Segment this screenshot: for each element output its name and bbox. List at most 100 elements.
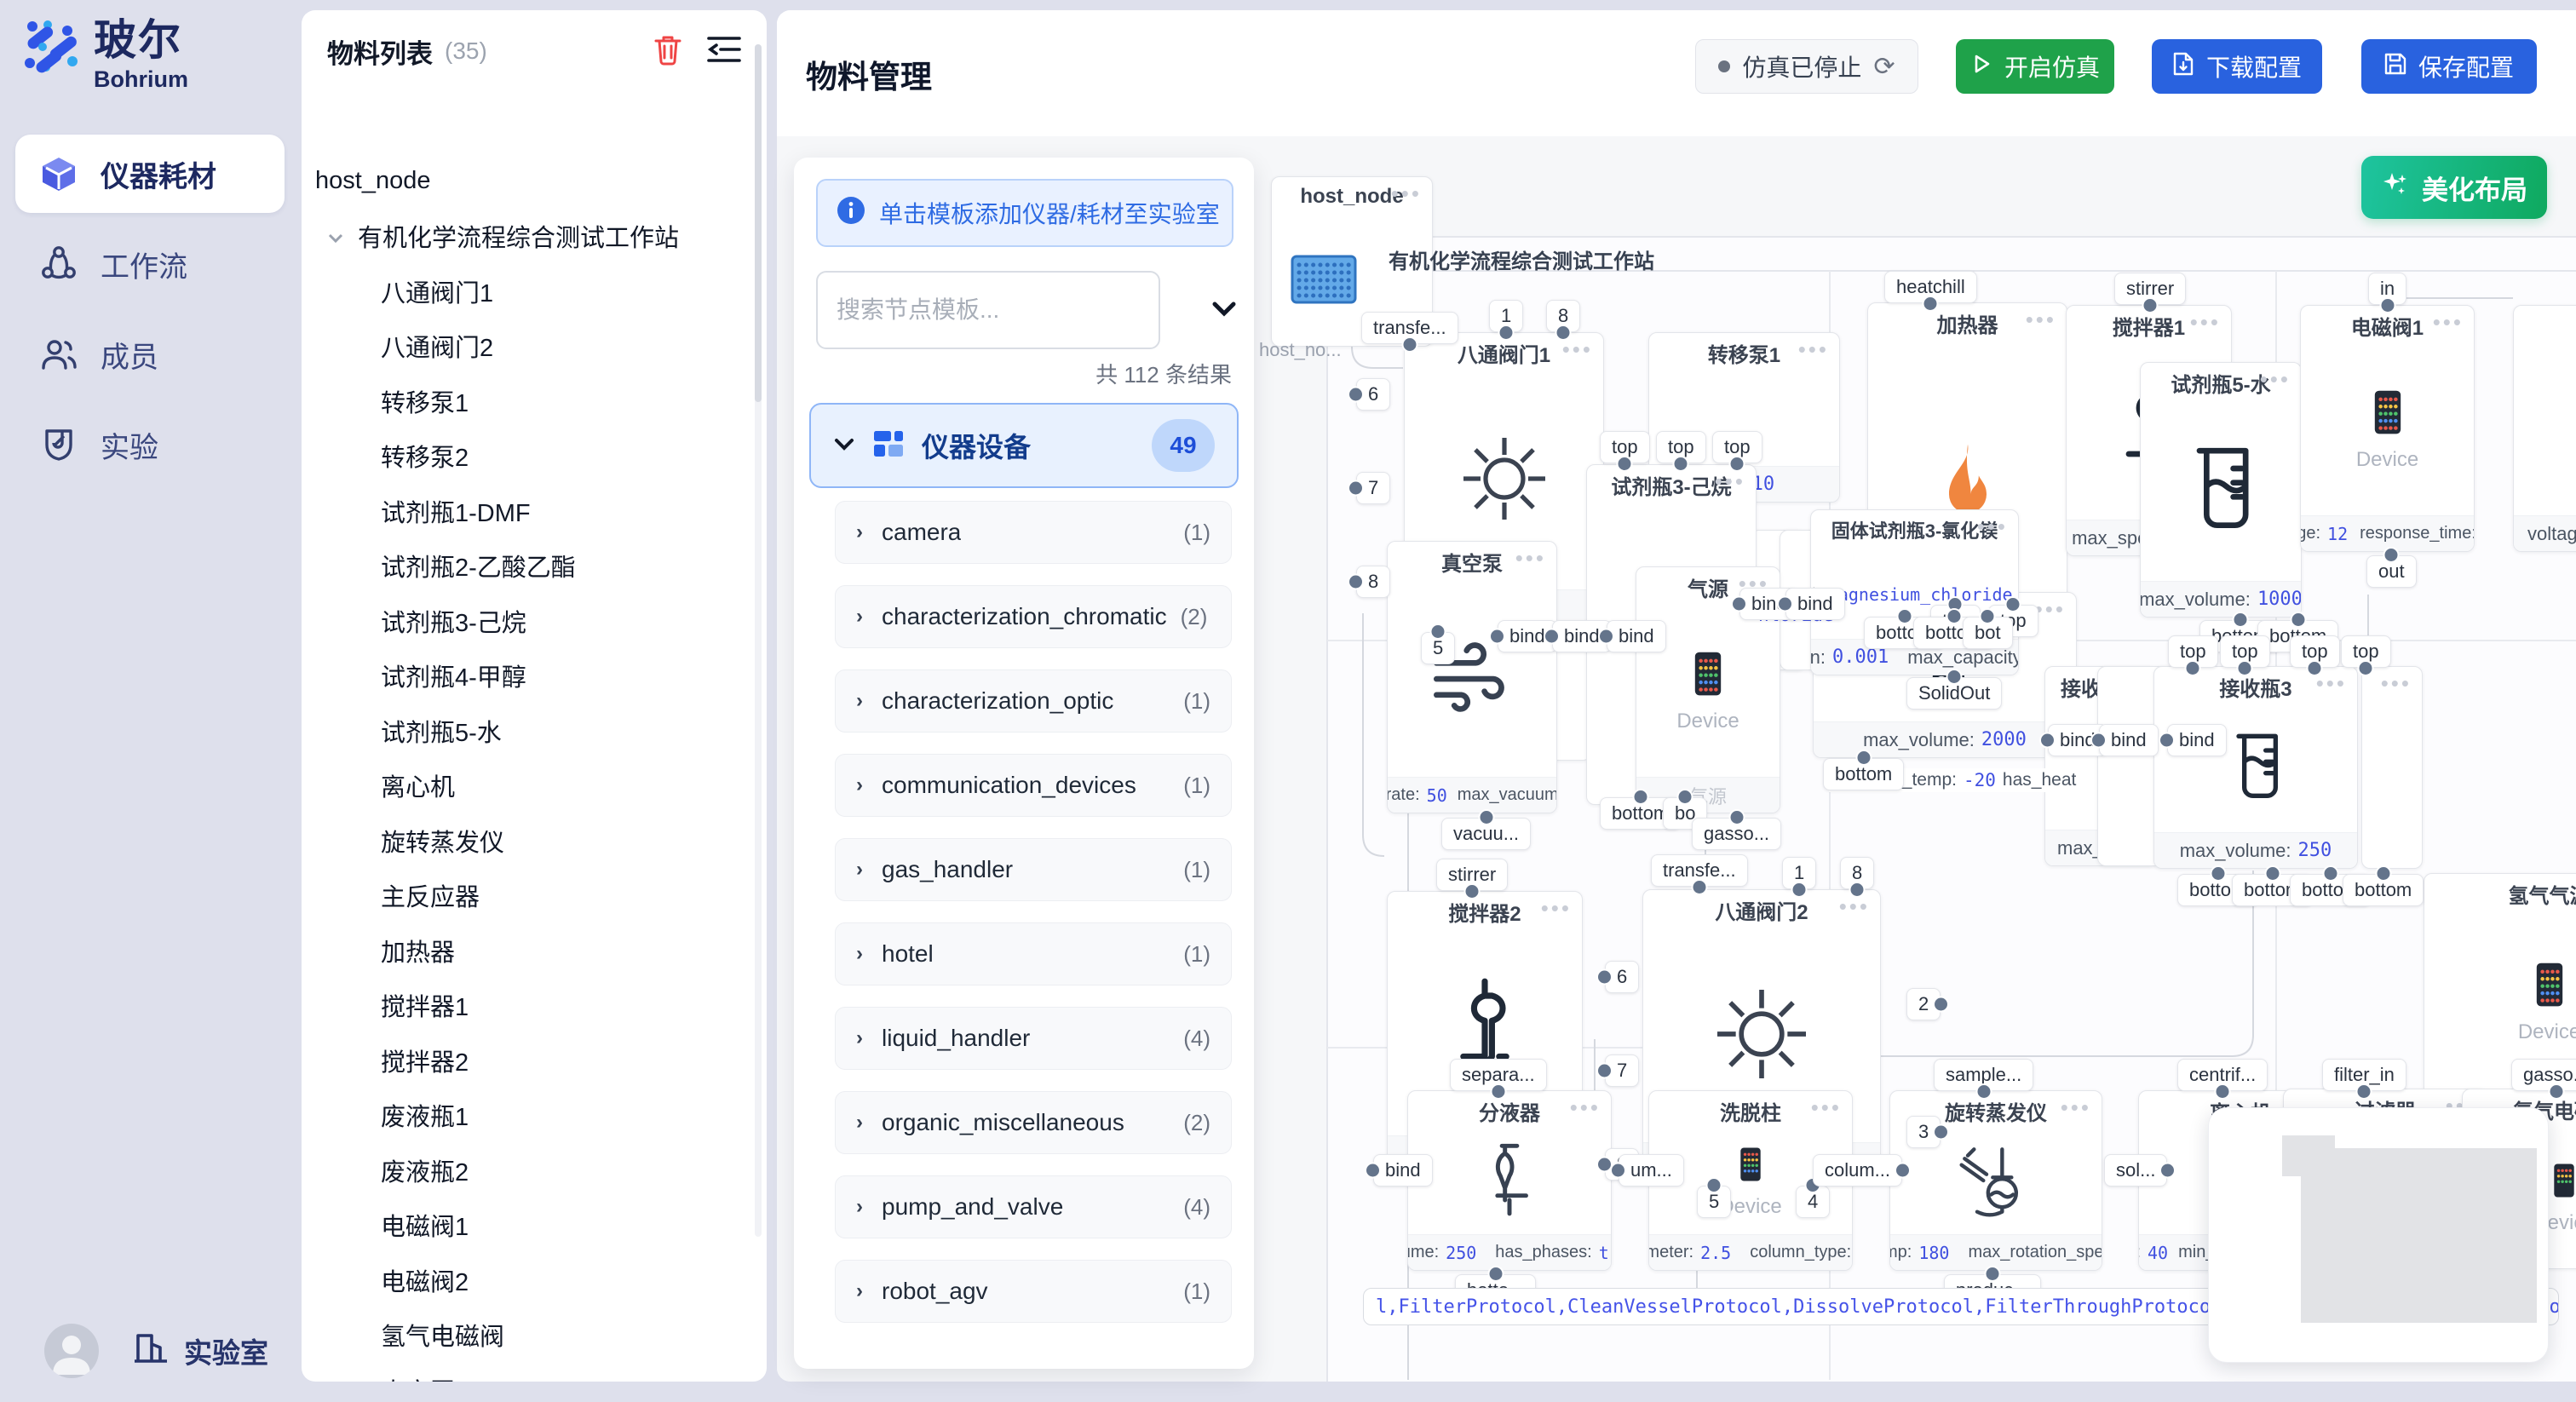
- sidebar-item-workflow[interactable]: 工作流: [15, 225, 285, 303]
- collapse-list-icon[interactable]: [707, 35, 741, 68]
- tree-item[interactable]: host_node: [315, 162, 430, 199]
- port-pill[interactable]: top: [1600, 431, 1650, 463]
- node-solenoid-valve-1[interactable]: 电磁阀1••• Device: [2300, 305, 2475, 552]
- port-pill[interactable]: stirrer: [1436, 859, 1508, 891]
- collapse-panel-icon[interactable]: [1210, 296, 1239, 325]
- node-menu-icon[interactable]: •••: [1562, 336, 1593, 363]
- minimap[interactable]: [2208, 1107, 2549, 1363]
- port-pill[interactable]: filter_in: [2322, 1059, 2406, 1091]
- category-characterization-optic[interactable]: ›characterization_optic(1): [835, 669, 1232, 733]
- node-menu-icon[interactable]: •••: [1798, 336, 1829, 363]
- port-pill[interactable]: top: [2168, 635, 2218, 668]
- node-menu-icon[interactable]: •••: [1515, 545, 1546, 572]
- tree-item[interactable]: 转移泵1: [381, 382, 469, 420]
- tree-item[interactable]: 试剂瓶4-甲醇: [381, 657, 526, 694]
- tree-item[interactable]: 八通阀门1: [381, 273, 493, 310]
- port-pill[interactable]: top: [1656, 431, 1706, 463]
- node-hidden-card[interactable]: •••: [2361, 666, 2423, 869]
- port-pill[interactable]: bind: [2167, 724, 2227, 756]
- avatar[interactable]: [44, 1324, 99, 1378]
- node-menu-icon[interactable]: •••: [1715, 468, 1745, 495]
- port-pill[interactable]: bot: [1963, 617, 2013, 649]
- port-pill[interactable]: separa...: [1450, 1059, 1547, 1091]
- trash-icon[interactable]: [653, 33, 683, 70]
- node-menu-icon[interactable]: •••: [2316, 670, 2347, 697]
- category-camera[interactable]: ›camera(1): [835, 501, 1232, 564]
- port-pill[interactable]: top: [2290, 635, 2340, 668]
- port-pill[interactable]: bind: [1373, 1154, 1433, 1187]
- port-pill[interactable]: 6: [1605, 961, 1639, 993]
- port-pill[interactable]: gasso...: [2511, 1059, 2576, 1091]
- tree-item[interactable]: 主反应器: [381, 876, 480, 914]
- tree-item[interactable]: 旋转蒸发仪: [381, 822, 504, 859]
- node-menu-icon[interactable]: •••: [1570, 1095, 1601, 1121]
- category-characterization-chromatic[interactable]: ›characterization_chromatic(2): [835, 585, 1232, 648]
- category-organic-miscellaneous[interactable]: ›organic_miscellaneous(2): [835, 1091, 1232, 1154]
- start-simulation-button[interactable]: 开启仿真: [1956, 39, 2114, 94]
- port-pill[interactable]: vacuu...: [1441, 818, 1531, 850]
- port-pill[interactable]: SolidOut: [1906, 677, 2002, 710]
- port-pill[interactable]: 5: [1697, 1186, 1731, 1218]
- node-receiver-bottle-3[interactable]: 接收瓶3••• max_volume:250: [2153, 666, 2358, 869]
- sidebar-item-members[interactable]: 成员: [15, 315, 285, 394]
- tree-item[interactable]: 电磁阀2: [381, 1261, 469, 1299]
- tree-item[interactable]: 电磁阀1: [381, 1206, 469, 1244]
- tree-item[interactable]: 搅拌器2: [381, 1042, 469, 1079]
- tree-item[interactable]: 试剂瓶3-己烷: [381, 602, 526, 640]
- node-menu-icon[interactable]: •••: [2061, 1095, 2091, 1121]
- refresh-icon[interactable]: ⟳: [1873, 52, 1895, 82]
- sidebar-item-experiments[interactable]: 实验: [15, 405, 285, 484]
- port-pill[interactable]: 7: [1356, 472, 1390, 504]
- chevron-down-icon[interactable]: [325, 227, 344, 245]
- node-menu-icon[interactable]: •••: [2260, 366, 2291, 393]
- tree-item[interactable]: 试剂瓶1-DMF: [381, 492, 531, 530]
- tree-item[interactable]: 氢气电磁阀: [381, 1316, 504, 1353]
- port-pill[interactable]: bottom: [1823, 758, 1904, 790]
- port-pill[interactable]: bind: [1607, 620, 1666, 652]
- node-menu-icon[interactable]: •••: [2035, 596, 2066, 623]
- download-config-button[interactable]: 下载配置: [2152, 39, 2322, 94]
- sidebar-item-instruments[interactable]: 仪器耗材: [15, 135, 285, 213]
- category-gas-handler[interactable]: ›gas_handler(1): [835, 838, 1232, 901]
- scrollbar-thumb[interactable]: [755, 44, 762, 402]
- tree-item[interactable]: 离心机: [381, 767, 455, 804]
- category-communication-devices[interactable]: ›communication_devices(1): [835, 754, 1232, 817]
- port-pill[interactable]: sample...: [1934, 1059, 2033, 1091]
- port-pill[interactable]: bottom: [2343, 874, 2424, 906]
- port-pill[interactable]: 2: [1906, 988, 1941, 1020]
- node-menu-icon[interactable]: •••: [1811, 1095, 1842, 1121]
- port-pill[interactable]: colum...: [1813, 1154, 1902, 1187]
- category-pump-and-valve[interactable]: ›pump_and_valve(4): [835, 1175, 1232, 1238]
- tree-item[interactable]: 废液瓶2: [381, 1152, 469, 1189]
- tree-item[interactable]: 加热器: [381, 932, 455, 969]
- port-pill[interactable]: 8: [1840, 857, 1874, 889]
- port-pill[interactable]: out: [2366, 555, 2417, 588]
- port-pill[interactable]: 3: [1906, 1116, 1941, 1148]
- tree-item[interactable]: 转移泵2: [381, 437, 469, 474]
- port-pill[interactable]: heatchill: [1884, 271, 1977, 303]
- port-pill[interactable]: 8: [1546, 300, 1580, 332]
- tree-item[interactable]: 试剂瓶2-乙酸乙酯: [381, 547, 576, 584]
- beautify-layout-button[interactable]: 美化布局: [2361, 156, 2547, 219]
- node-separatory-funnel[interactable]: 分液器••• volume:250 has_phases:true: [1407, 1090, 1612, 1271]
- node-menu-icon[interactable]: •••: [1977, 514, 2008, 540]
- port-pill[interactable]: centrif...: [2177, 1059, 2268, 1091]
- tree-item[interactable]: 搅拌器1: [381, 986, 469, 1024]
- port-pill[interactable]: bind: [1785, 588, 1845, 620]
- port-pill[interactable]: top: [1712, 431, 1762, 463]
- tree-item[interactable]: 试剂瓶5-水: [381, 712, 502, 750]
- lab-entry[interactable]: 实验室: [131, 1329, 268, 1373]
- port-pill[interactable]: bind: [2099, 724, 2159, 756]
- port-pill[interactable]: in: [2368, 273, 2406, 305]
- simulation-status-badge[interactable]: 仿真已停止 ⟳: [1695, 39, 1918, 94]
- node-menu-icon[interactable]: •••: [1541, 895, 1572, 922]
- node-menu-icon[interactable]: •••: [2381, 670, 2412, 697]
- tree-item[interactable]: 废液瓶1: [381, 1096, 469, 1134]
- node-menu-icon[interactable]: •••: [1391, 181, 1422, 207]
- node-vacuum-pump[interactable]: 真空泵••• ump_rate:50 max_vacuum:0.1: [1387, 541, 1557, 813]
- port-pill[interactable]: 1: [1489, 300, 1523, 332]
- category-group-instruments[interactable]: 仪器设备 49: [809, 403, 1239, 488]
- port-pill[interactable]: transfe...: [1361, 312, 1458, 344]
- tree-item[interactable]: 有机化学流程综合测试工作站: [325, 217, 679, 255]
- port-pill[interactable]: sol...: [2104, 1154, 2167, 1187]
